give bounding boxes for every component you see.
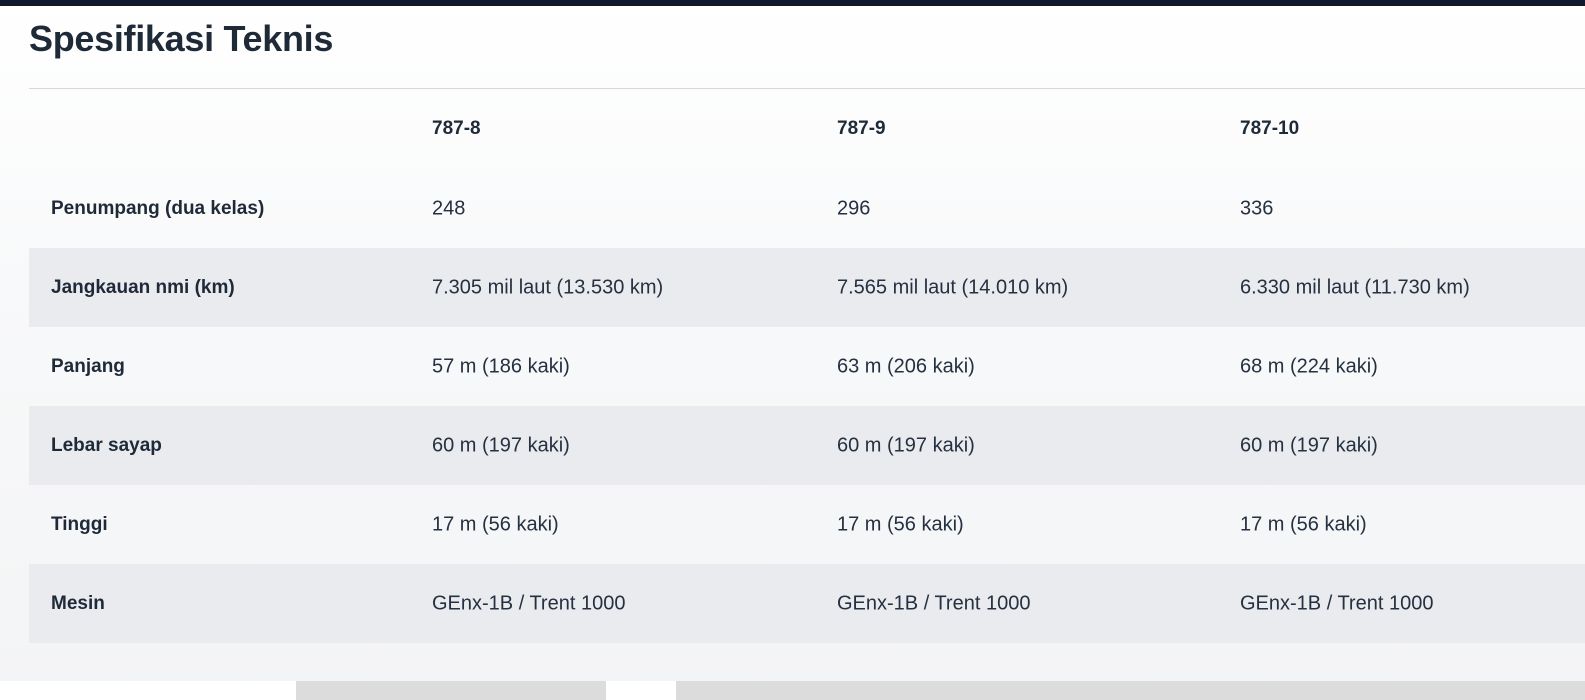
table-cell: 63 m (206 kaki) <box>837 355 975 377</box>
table-header-row: 787-8 787-9 787-10 <box>29 89 1585 169</box>
column-header-787-8: 787-8 <box>432 118 481 139</box>
table-row: Panjang 57 m (186 kaki) 63 m (206 kaki) … <box>29 327 1585 406</box>
table-cell: 248 <box>432 197 466 219</box>
table-cell: GEnx-1B / Trent 1000 <box>1240 592 1434 614</box>
table-cell: 17 m (56 kaki) <box>837 513 964 535</box>
table-cell: GEnx-1B / Trent 1000 <box>432 592 626 614</box>
bottom-page-strip <box>0 681 1585 700</box>
table-cell: 57 m (186 kaki) <box>432 355 570 377</box>
bottom-strip-segment <box>676 681 1585 700</box>
table-row: Jangkauan nmi (km) 7.305 mil laut (13.53… <box>29 248 1585 327</box>
section-title: Spesifikasi Teknis <box>29 18 334 59</box>
column-header-787-9: 787-9 <box>837 118 886 139</box>
table-cell: 7.565 mil laut (14.010 km) <box>837 276 1069 298</box>
table-cell: 336 <box>1240 197 1274 219</box>
table-row: Penumpang (dua kelas) 248 296 336 <box>29 169 1585 248</box>
table-row: Tinggi 17 m (56 kaki) 17 m (56 kaki) 17 … <box>29 485 1585 564</box>
spec-table: 787-8 787-9 787-10 Penumpang (dua kelas)… <box>29 89 1585 643</box>
table-row: Lebar sayap 60 m (197 kaki) 60 m (197 ka… <box>29 406 1585 485</box>
bottom-strip-segment <box>606 681 676 700</box>
row-label: Panjang <box>51 355 125 377</box>
table-cell: 60 m (197 kaki) <box>1240 434 1378 456</box>
top-accent-bar <box>0 0 1585 6</box>
table-cell: GEnx-1B / Trent 1000 <box>837 592 1031 614</box>
table-cell: 60 m (197 kaki) <box>837 434 975 456</box>
table-cell: 60 m (197 kaki) <box>432 434 570 456</box>
table-cell: 6.330 mil laut (11.730 km) <box>1240 276 1470 298</box>
row-label: Mesin <box>51 592 105 614</box>
bottom-strip-segment <box>0 681 296 700</box>
column-header-787-10: 787-10 <box>1240 118 1300 139</box>
table-row: Mesin GEnx-1B / Trent 1000 GEnx-1B / Tre… <box>29 564 1585 643</box>
table-cell: 7.305 mil laut (13.530 km) <box>432 276 664 298</box>
table-cell: 296 <box>837 197 871 219</box>
row-label: Penumpang (dua kelas) <box>51 197 265 219</box>
row-label: Tinggi <box>51 513 108 535</box>
bottom-strip-segment <box>296 681 606 700</box>
row-label: Jangkauan nmi (km) <box>51 276 235 298</box>
table-cell: 17 m (56 kaki) <box>1240 513 1367 535</box>
table-cell: 68 m (224 kaki) <box>1240 355 1378 377</box>
row-label: Lebar sayap <box>51 434 162 456</box>
table-cell: 17 m (56 kaki) <box>432 513 559 535</box>
